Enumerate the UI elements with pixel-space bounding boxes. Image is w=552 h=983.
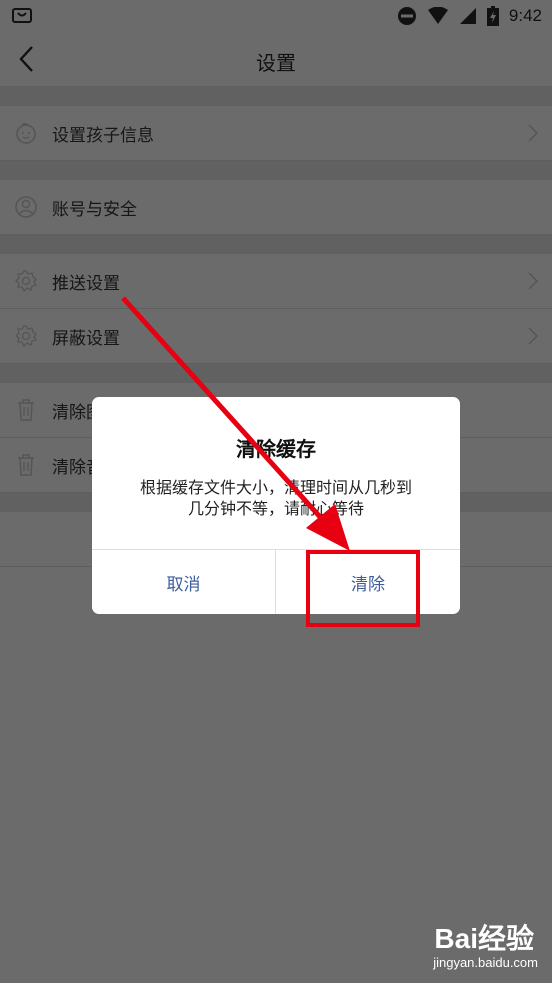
status-time: 9:42 <box>508 6 542 25</box>
cancel-button[interactable]: 取消 <box>92 550 275 614</box>
section-gap <box>0 363 552 383</box>
gear-icon <box>14 270 38 293</box>
do-not-disturb-icon <box>397 7 416 25</box>
dialog-message-line: 几分钟不等，请耐心等待 <box>187 499 364 518</box>
chevron-right-icon <box>528 272 538 290</box>
child-face-icon <box>16 122 36 144</box>
section-gap <box>0 160 552 180</box>
cellular-icon <box>459 8 476 24</box>
trash-icon <box>18 454 34 476</box>
section-gap <box>0 234 552 254</box>
store-icon <box>12 8 32 23</box>
chevron-right-icon <box>528 124 538 142</box>
settings-item-account-security[interactable]: 账号与安全 <box>0 180 552 235</box>
settings-item-child-info[interactable]: 设置孩子信息 <box>0 106 552 161</box>
settings-item-label: 账号与安全 <box>52 200 137 220</box>
status-bar: 9:42 <box>0 0 552 32</box>
section-gap <box>0 86 552 106</box>
settings-item-label: 设置孩子信息 <box>52 126 154 146</box>
settings-item-label: 屏蔽设置 <box>52 329 120 349</box>
status-icons: 9:42 <box>397 4 542 28</box>
settings-item-label: 推送设置 <box>52 274 120 294</box>
dialog-message-line: 根据缓存文件大小，清理时间从几秒到 <box>139 478 412 497</box>
annotation-highlight-box <box>306 550 420 627</box>
page-title: 设置 <box>256 51 296 75</box>
battery-charging-icon <box>486 6 499 26</box>
app-header: 设置 <box>0 32 552 86</box>
gear-icon <box>14 325 38 348</box>
settings-item-block[interactable]: 屏蔽设置 <box>0 309 552 364</box>
person-icon <box>15 196 37 218</box>
watermark-logo: Bai经验 <box>434 923 534 954</box>
watermark-url: jingyan.baidu.com <box>433 955 538 970</box>
dialog-message: 根据缓存文件大小，清理时间从几秒到 几分钟不等，请耐心等待 <box>112 477 440 519</box>
settings-item-push[interactable]: 推送设置 <box>0 254 552 309</box>
dialog-title: 清除缓存 <box>236 437 316 461</box>
trash-icon <box>18 399 34 421</box>
wifi-icon <box>427 7 448 24</box>
chevron-right-icon <box>528 327 538 345</box>
baidu-jingyan-watermark: Bai经验 jingyan.baidu.com <box>392 915 542 975</box>
